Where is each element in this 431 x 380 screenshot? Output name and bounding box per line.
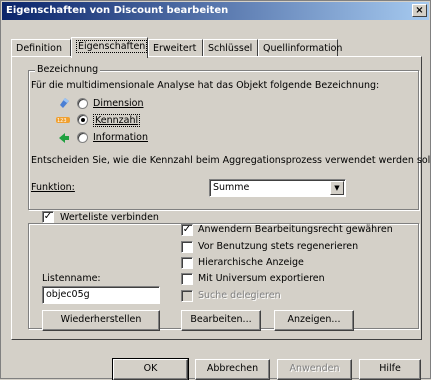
radio-information-label[interactable]: Information: [93, 132, 148, 143]
checkbox-export[interactable]: [181, 273, 193, 285]
cancel-button[interactable]: Abbrechen: [195, 359, 270, 380]
function-label: Funktion:: [31, 182, 75, 193]
apply-button: Anwenden: [277, 359, 352, 380]
restore-button[interactable]: Wiederherstellen: [42, 310, 160, 331]
radio-kennzahl-label[interactable]: Kennzahl: [93, 114, 141, 127]
radio-information[interactable]: [77, 132, 88, 143]
checkbox-edit-rights-label[interactable]: Anwendern Bearbeitungsrecht gewähren: [198, 224, 393, 235]
bezeichnung-legend: Bezeichnung: [35, 64, 101, 75]
aggregation-text: Entscheiden Sie, wie die Kennzahl beim A…: [31, 155, 431, 166]
radio-dimension-label[interactable]: Dimension: [93, 98, 144, 109]
listname-input[interactable]: objec05g: [42, 286, 160, 304]
measure-icon: 123: [56, 117, 70, 124]
close-button[interactable]: ×: [412, 4, 427, 17]
radio-dimension[interactable]: [77, 98, 88, 109]
bezeichnung-description: Für die multidimensionale Analyse hat da…: [31, 80, 380, 91]
checkbox-regenerate[interactable]: [181, 241, 193, 253]
tab-quellinformation[interactable]: Quellinformation: [258, 39, 342, 57]
listname-label: Listenname:: [42, 273, 101, 284]
chevron-down-icon[interactable]: ▼: [330, 181, 344, 195]
dimension-icon: [60, 98, 69, 108]
function-value: Summe: [213, 182, 250, 193]
checkbox-delegate-search: [181, 290, 193, 302]
checkbox-edit-rights[interactable]: ✓: [181, 224, 193, 236]
tab-eigenschaften[interactable]: Eigenschaften: [71, 37, 148, 58]
checkbox-regenerate-label[interactable]: Vor Benutzung stets regenerieren: [198, 241, 358, 252]
help-button[interactable]: Hilfe: [359, 359, 421, 380]
tab-schluessel[interactable]: Schlüssel: [203, 39, 258, 57]
show-button[interactable]: Anzeigen...: [274, 310, 354, 331]
svg-text:123: 123: [57, 118, 67, 124]
information-icon: [59, 133, 69, 143]
radio-kennzahl[interactable]: [77, 114, 88, 125]
edit-button[interactable]: Bearbeiten...: [181, 310, 261, 331]
checkbox-export-label[interactable]: Mit Universum exportieren: [198, 273, 325, 284]
checkbox-hierarchical[interactable]: [181, 257, 193, 269]
tab-erweitert[interactable]: Erweitert: [148, 39, 203, 57]
checkbox-hierarchical-label[interactable]: Hierarchische Anzeige: [198, 257, 304, 268]
werteliste-checkbox[interactable]: ✓: [42, 211, 54, 223]
werteliste-legend[interactable]: Werteliste verbinden: [58, 212, 161, 223]
tab-definition[interactable]: Definition: [11, 39, 71, 57]
checkbox-delegate-search-label: Suche delegieren: [198, 290, 281, 301]
title-bar[interactable]: Eigenschaften von Discount bearbeiten ×: [2, 2, 429, 20]
properties-panel: Bezeichnung Für die multidimensionale An…: [11, 56, 431, 340]
ok-button[interactable]: OK: [112, 358, 189, 380]
properties-dialog: Eigenschaften von Discount bearbeiten × …: [0, 0, 431, 380]
function-select[interactable]: Summe ▼: [209, 179, 346, 197]
window-title: Eigenschaften von Discount bearbeiten: [6, 5, 229, 16]
